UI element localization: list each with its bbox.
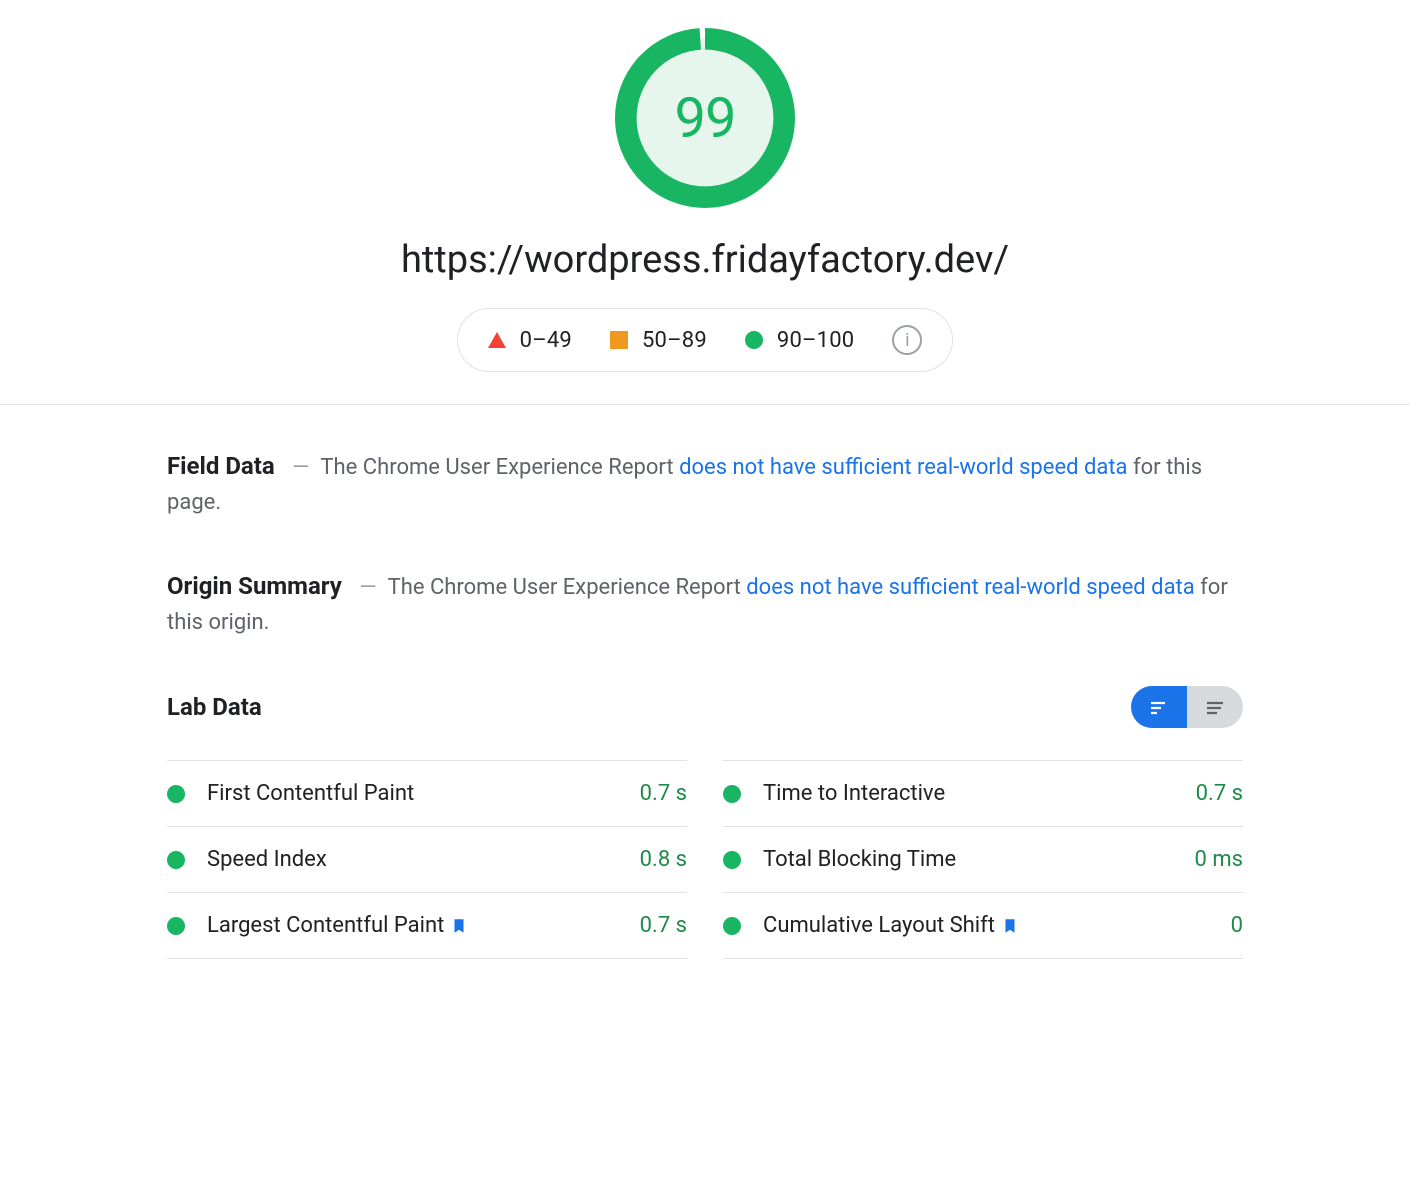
view-condensed-button[interactable] bbox=[1131, 686, 1187, 728]
legend-good: 90–100 bbox=[745, 328, 854, 353]
bars-long-icon bbox=[1203, 695, 1227, 719]
metric-row[interactable]: Total Blocking Time0 ms bbox=[723, 826, 1243, 892]
lab-metrics: First Contentful Paint0.7 sSpeed Index0.… bbox=[167, 760, 1243, 959]
view-expanded-button[interactable] bbox=[1187, 686, 1243, 728]
metric-value: 0.7 s bbox=[640, 913, 687, 938]
metric-value: 0.8 s bbox=[640, 847, 687, 872]
metric-label: Largest Contentful Paint bbox=[207, 913, 640, 938]
metric-value: 0.7 s bbox=[1196, 781, 1243, 806]
bookmark-icon bbox=[1001, 916, 1019, 936]
report-header: 99 https://wordpress.fridayfactory.dev/ … bbox=[0, 0, 1410, 405]
separator-dash: — bbox=[292, 455, 309, 480]
field-data-paragraph: Field Data — The Chrome User Experience … bbox=[167, 447, 1243, 521]
score-legend: 0–49 50–89 90–100 i bbox=[457, 308, 954, 372]
status-dot-icon bbox=[167, 851, 185, 869]
metric-row[interactable]: Cumulative Layout Shift0 bbox=[723, 892, 1243, 959]
metric-label: First Contentful Paint bbox=[207, 781, 640, 806]
field-data-heading: Field Data bbox=[167, 452, 275, 480]
status-dot-icon bbox=[723, 917, 741, 935]
metric-label: Total Blocking Time bbox=[763, 847, 1195, 872]
metric-row[interactable]: Largest Contentful Paint0.7 s bbox=[167, 892, 687, 959]
legend-avg-range: 50–89 bbox=[642, 328, 707, 353]
field-data-link[interactable]: does not have sufficient real-world spee… bbox=[679, 455, 1127, 480]
status-dot-icon bbox=[167, 917, 185, 935]
metric-row[interactable]: Time to Interactive0.7 s bbox=[723, 760, 1243, 826]
bars-short-icon bbox=[1147, 695, 1171, 719]
tested-url: https://wordpress.fridayfactory.dev/ bbox=[0, 238, 1410, 282]
view-toggle bbox=[1131, 686, 1243, 728]
origin-summary-pre: The Chrome User Experience Report bbox=[388, 575, 747, 600]
metric-label: Speed Index bbox=[207, 847, 640, 872]
lab-data-header: Lab Data bbox=[167, 686, 1243, 728]
lab-data-heading: Lab Data bbox=[167, 693, 262, 721]
square-icon bbox=[610, 331, 628, 349]
separator-dash: — bbox=[359, 575, 376, 600]
origin-summary-link[interactable]: does not have sufficient real-world spee… bbox=[746, 575, 1194, 600]
triangle-icon bbox=[488, 332, 506, 348]
info-icon[interactable]: i bbox=[892, 325, 922, 355]
metric-label: Time to Interactive bbox=[763, 781, 1196, 806]
origin-summary-heading: Origin Summary bbox=[167, 572, 342, 600]
circle-icon bbox=[745, 331, 763, 349]
score-gauge: 99 bbox=[615, 28, 795, 208]
bookmark-icon bbox=[450, 916, 468, 936]
status-dot-icon bbox=[167, 785, 185, 803]
metric-row[interactable]: First Contentful Paint0.7 s bbox=[167, 760, 687, 826]
score-value: 99 bbox=[615, 28, 795, 208]
field-data-pre: The Chrome User Experience Report bbox=[320, 455, 679, 480]
legend-average: 50–89 bbox=[610, 328, 707, 353]
legend-poor-range: 0–49 bbox=[520, 328, 572, 353]
metrics-column-right: Time to Interactive0.7 sTotal Blocking T… bbox=[723, 760, 1243, 959]
metric-row[interactable]: Speed Index0.8 s bbox=[167, 826, 687, 892]
legend-poor: 0–49 bbox=[488, 328, 572, 353]
metric-value: 0 ms bbox=[1195, 847, 1243, 872]
metric-value: 0 bbox=[1231, 913, 1243, 938]
metric-label: Cumulative Layout Shift bbox=[763, 913, 1231, 938]
origin-summary-paragraph: Origin Summary — The Chrome User Experie… bbox=[167, 567, 1243, 641]
status-dot-icon bbox=[723, 785, 741, 803]
report-body: Field Data — The Chrome User Experience … bbox=[167, 405, 1243, 959]
legend-good-range: 90–100 bbox=[777, 328, 854, 353]
status-dot-icon bbox=[723, 851, 741, 869]
metric-value: 0.7 s bbox=[640, 781, 687, 806]
metrics-column-left: First Contentful Paint0.7 sSpeed Index0.… bbox=[167, 760, 687, 959]
